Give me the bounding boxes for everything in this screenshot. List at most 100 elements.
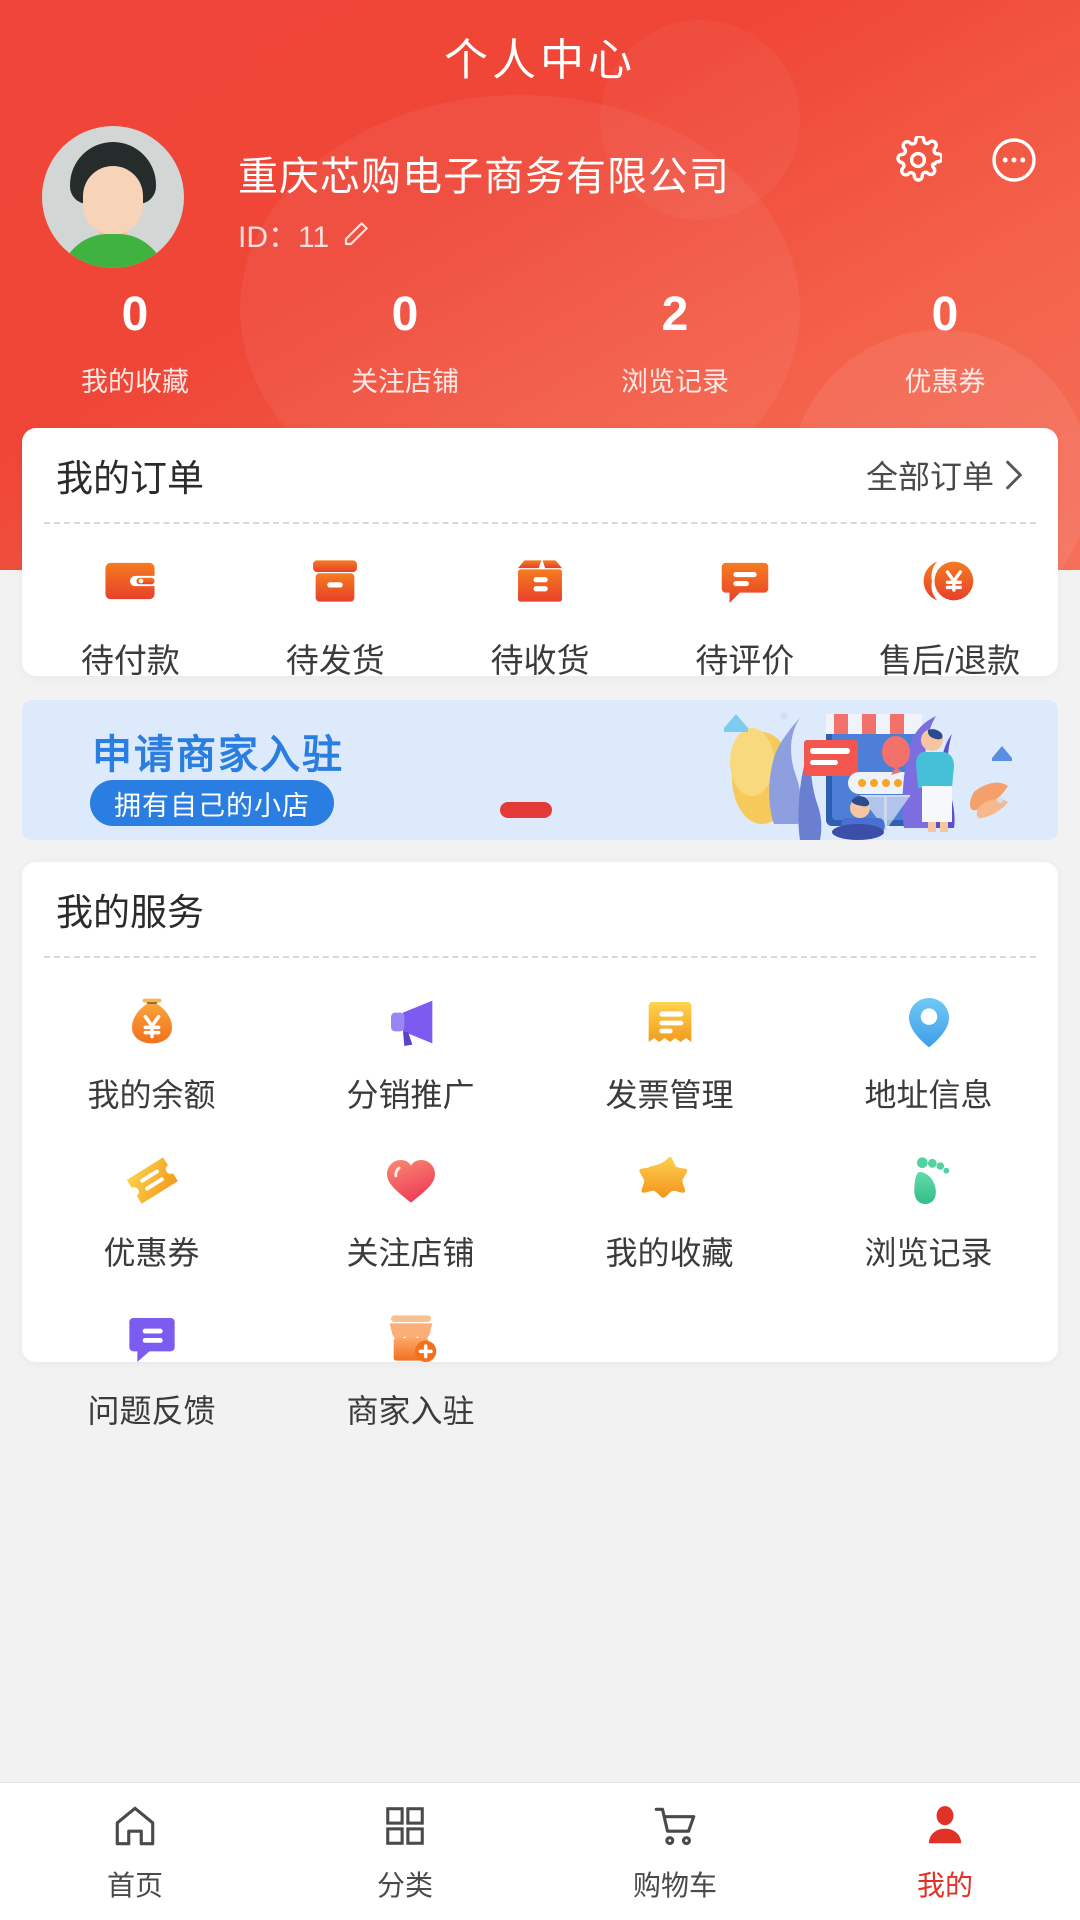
page-title: 个人中心: [444, 36, 636, 85]
tab-label: 购物车: [632, 1869, 717, 1901]
order-status-after-sales-refund[interactable]: 售后/退款: [847, 550, 1052, 682]
order-status-label: 待评价: [695, 642, 795, 679]
tab-mine[interactable]: 我的: [810, 1800, 1080, 1904]
stat-label: 浏览记录: [621, 367, 729, 398]
service-item-address[interactable]: 地址信息: [799, 976, 1058, 1134]
shopping-cart-icon: [540, 1800, 810, 1852]
merchant-apply-banner[interactable]: 申请商家入驻 拥有自己的小店: [22, 700, 1058, 840]
service-grid: 我的余额 分销推广 发票管理 地址信息 优惠券 关注店铺 我的收藏 浏览记录 问…: [22, 958, 1058, 1450]
service-item-invoice[interactable]: 发票管理: [540, 976, 799, 1134]
avatar[interactable]: [42, 126, 184, 268]
user-id-row[interactable]: ID：11: [238, 212, 371, 256]
service-label: 分销推广: [346, 1077, 475, 1113]
order-status-label: 待发货: [285, 642, 385, 679]
service-label: 商家入驻: [346, 1393, 475, 1429]
order-status-label: 售后/退款: [879, 642, 1021, 679]
service-item-merchant-apply[interactable]: 商家入驻: [281, 1292, 540, 1450]
my-services-card: 我的服务 我的余额 分销推广 发票管理 地址信息 优惠券 关注店铺 我的收藏 浏…: [22, 862, 1058, 1429]
tab-cart[interactable]: 购物车: [540, 1800, 810, 1904]
package-icon: [438, 550, 643, 612]
heart-icon: [281, 1148, 540, 1212]
footprint-icon: [799, 1148, 1058, 1212]
stat-value: 2: [661, 288, 689, 341]
service-item-followed-shops[interactable]: 关注店铺: [281, 1134, 540, 1292]
user-name: 重庆芯购电子商务有限公司: [238, 155, 730, 199]
user-id-label: ID：11: [238, 221, 330, 254]
wallet-icon: [28, 550, 233, 612]
tab-label: 分类: [376, 1869, 433, 1901]
order-status-row: 待付款 待发货 待收货 待评价 售后/退款: [22, 524, 1058, 682]
service-label: 关注店铺: [346, 1235, 475, 1271]
coupon-ticket-icon: [22, 1148, 281, 1212]
service-label: 地址信息: [864, 1077, 993, 1113]
home-icon: [0, 1800, 270, 1852]
page-section-title: 我的订单: [56, 458, 204, 499]
tab-categories[interactable]: 分类: [270, 1800, 540, 1904]
tab-label: 首页: [106, 1869, 163, 1901]
banner-accent-dash: [500, 802, 552, 818]
more-dots-icon[interactable]: [990, 136, 1038, 184]
stat-value: 0: [121, 288, 149, 341]
service-item-distribution[interactable]: 分销推广: [281, 976, 540, 1134]
refund-yuan-icon: [847, 550, 1052, 612]
stats-row: 0 我的收藏 0 关注店铺 2 浏览记录 0 优惠券: [0, 288, 1080, 399]
stat-item-coupons[interactable]: 0 优惠券: [810, 288, 1080, 399]
avatar-body: [60, 234, 166, 268]
order-status-label: 待收货: [490, 642, 590, 679]
banner-title: 申请商家入驻: [92, 733, 344, 777]
megaphone-icon: [281, 990, 540, 1054]
bottom-tab-bar: 首页 分类 购物车 我的: [0, 1782, 1080, 1920]
stat-item-followed-shops[interactable]: 0 关注店铺: [270, 288, 540, 399]
personal-center-screen: 个人中心 重庆芯购电子商务有限公司 ID：11 0 我的收藏 0 关注店铺 2 …: [0, 0, 1080, 1920]
star-icon: [540, 1148, 799, 1212]
shop-add-icon: [281, 1306, 540, 1370]
shop-illustration: [700, 700, 1030, 840]
chevron-right-icon: [1004, 459, 1024, 491]
avatar-face: [83, 166, 143, 234]
all-orders-label: 全部订单: [865, 459, 994, 495]
service-label: 浏览记录: [864, 1235, 993, 1271]
tab-label: 我的: [916, 1869, 973, 1901]
person-icon: [810, 1800, 1080, 1852]
stat-item-browsing-history[interactable]: 2 浏览记录: [540, 288, 810, 399]
my-orders-card: 我的订单 全部订单 待付款 待发货 待收货 待评价 售后/退款: [22, 428, 1058, 679]
service-label: 我的余额: [87, 1077, 216, 1113]
stat-label: 优惠券: [904, 367, 986, 398]
service-label: 优惠券: [103, 1235, 200, 1271]
service-label: 发票管理: [605, 1077, 734, 1113]
service-item-balance[interactable]: 我的余额: [22, 976, 281, 1134]
banner-cta-pill[interactable]: 拥有自己的小店: [90, 780, 334, 826]
grid-categories-icon: [270, 1800, 540, 1852]
service-item-browsing-history[interactable]: 浏览记录: [799, 1134, 1058, 1292]
header-actions: [894, 136, 1038, 184]
tab-home[interactable]: 首页: [0, 1800, 270, 1904]
stat-value: 0: [931, 288, 959, 341]
stat-label: 我的收藏: [81, 367, 189, 398]
stat-label: 关注店铺: [351, 367, 459, 398]
service-item-favorites[interactable]: 我的收藏: [540, 1134, 799, 1292]
gear-icon[interactable]: [894, 136, 942, 184]
service-label: 我的收藏: [605, 1235, 734, 1271]
order-status-label: 待付款: [80, 642, 180, 679]
service-item-feedback[interactable]: 问题反馈: [22, 1292, 281, 1450]
order-status-pending-payment[interactable]: 待付款: [28, 550, 233, 682]
my-services-header: 我的服务: [22, 862, 1058, 956]
my-orders-header: 我的订单 全部订单: [22, 428, 1058, 522]
stat-item-favorites[interactable]: 0 我的收藏: [0, 288, 270, 399]
order-status-pending-shipment[interactable]: 待发货: [233, 550, 438, 682]
page-section-title: 我的服务: [56, 892, 204, 933]
profile-block: 重庆芯购电子商务有限公司 ID：11: [42, 126, 1038, 276]
invoice-icon: [540, 990, 799, 1054]
box-icon: [233, 550, 438, 612]
money-bag-icon: [22, 990, 281, 1054]
stat-value: 0: [391, 288, 419, 341]
service-item-coupon[interactable]: 优惠券: [22, 1134, 281, 1292]
service-label: 问题反馈: [87, 1393, 216, 1429]
pencil-edit-icon[interactable]: [341, 219, 371, 249]
location-pin-icon: [799, 990, 1058, 1054]
order-status-pending-receipt[interactable]: 待收货: [438, 550, 643, 682]
order-status-pending-review[interactable]: 待评价: [642, 550, 847, 682]
feedback-chat-icon: [22, 1306, 281, 1370]
comment-icon: [642, 550, 847, 612]
all-orders-link[interactable]: 全部订单: [866, 452, 1024, 498]
